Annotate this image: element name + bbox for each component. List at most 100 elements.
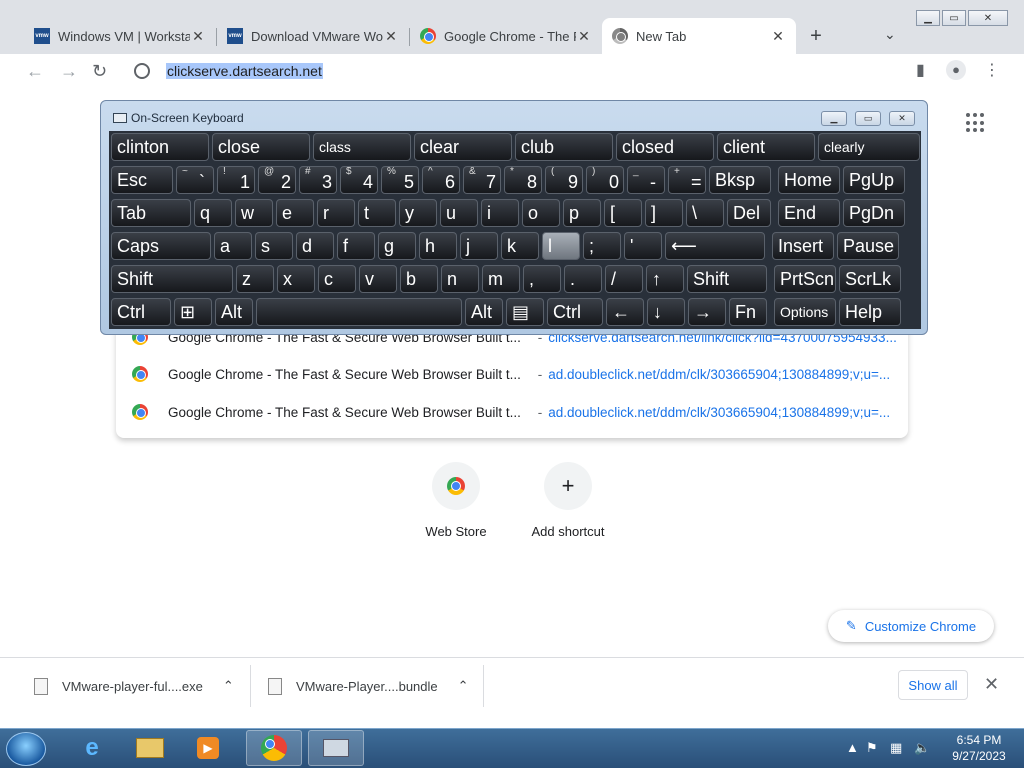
key-prtscn[interactable]: PrtScn — [774, 265, 836, 293]
shortcut-web-store[interactable]: Web Store — [400, 462, 512, 539]
key-char[interactable]: q — [194, 199, 232, 227]
key-pgdn[interactable]: PgDn — [843, 199, 905, 227]
key-char[interactable]: #3 — [299, 166, 337, 194]
suggestion-row[interactable]: Google Chrome - The Fast & Secure Web Br… — [116, 393, 908, 431]
key-char[interactable]: r — [317, 199, 355, 227]
minimize-button[interactable]: ▁ — [821, 111, 847, 126]
key-char[interactable]: x — [277, 265, 315, 293]
prediction-key[interactable]: clear — [414, 133, 512, 161]
key-char[interactable]: c — [318, 265, 356, 293]
file-explorer-icon[interactable] — [122, 730, 178, 766]
key-char[interactable]: ~ ` — [176, 166, 214, 194]
maximize-button[interactable]: ▭ — [942, 10, 966, 26]
close-window-button[interactable]: ✕ — [968, 10, 1008, 26]
tab-new-tab[interactable]: New Tab ✕ — [602, 18, 796, 54]
key-char[interactable]: (9 — [545, 166, 583, 194]
download-item[interactable]: VMware-Player....bundle ⌃ — [268, 657, 478, 715]
key-char[interactable]: % 5 — [381, 166, 419, 194]
start-button[interactable] — [6, 732, 46, 766]
internet-explorer-icon[interactable]: e — [64, 730, 120, 766]
new-tab-button[interactable]: + — [806, 26, 826, 46]
key-char[interactable]: j — [460, 232, 498, 260]
shortcut-add[interactable]: + Add shortcut — [512, 462, 624, 539]
key-scrlk[interactable]: ScrLk — [839, 265, 901, 293]
key-char[interactable]: g — [378, 232, 416, 260]
key-char[interactable]: ; — [583, 232, 621, 260]
osk-taskbar-icon[interactable] — [308, 730, 364, 766]
key-fn[interactable]: Fn — [729, 298, 767, 326]
key-char[interactable]: \ — [686, 199, 724, 227]
side-panel-icon[interactable]: ▮ — [916, 60, 925, 80]
key-char[interactable]: [ — [604, 199, 642, 227]
chrome-taskbar-icon[interactable] — [246, 730, 302, 766]
key-bksp[interactable]: Bksp — [709, 166, 771, 194]
menu-icon[interactable]: ⋮ — [984, 60, 1000, 80]
chevron-up-icon[interactable]: ⌃ — [458, 678, 469, 694]
key-char[interactable]: y — [399, 199, 437, 227]
key-char[interactable]: v — [359, 265, 397, 293]
close-icon[interactable]: ✕ — [576, 28, 592, 45]
key-ctrl[interactable]: Ctrl — [111, 298, 171, 326]
close-icon[interactable]: ✕ — [190, 28, 206, 45]
prediction-key[interactable]: client — [717, 133, 815, 161]
prediction-key[interactable]: clearly — [818, 133, 920, 161]
show-hidden-icons[interactable]: ▲ — [846, 740, 859, 755]
key-char[interactable]: , — [523, 265, 561, 293]
reload-icon[interactable]: ↻ — [92, 62, 107, 80]
key-shift[interactable]: Shift — [111, 265, 233, 293]
key-pause[interactable]: Pause — [837, 232, 899, 260]
tab-search-icon[interactable]: ⌄ — [884, 26, 896, 43]
key-char[interactable]: * 8 — [504, 166, 542, 194]
tab-google-chrome[interactable]: Google Chrome - The Fa ✕ — [410, 18, 602, 54]
key-options[interactable]: Options — [774, 298, 836, 326]
key-char[interactable]: k — [501, 232, 539, 260]
key-char[interactable]: z — [236, 265, 274, 293]
key-char[interactable]: u — [440, 199, 478, 227]
key-char[interactable]: ⊞ — [174, 298, 212, 326]
key-char[interactable]: s — [255, 232, 293, 260]
close-icon[interactable]: ✕ — [770, 28, 786, 45]
key-char[interactable]: . — [564, 265, 602, 293]
key-space[interactable] — [256, 298, 462, 326]
key-char[interactable]: @2 — [258, 166, 296, 194]
key-char[interactable]: / — [605, 265, 643, 293]
key-char[interactable]: ! 1 — [217, 166, 255, 194]
key-char[interactable]: h — [419, 232, 457, 260]
key-del[interactable]: Del — [727, 199, 771, 227]
key-char[interactable]: p — [563, 199, 601, 227]
key-char[interactable]: d — [296, 232, 334, 260]
key-char[interactable]: ] — [645, 199, 683, 227]
key-ctrl[interactable]: Ctrl — [547, 298, 603, 326]
key-caps[interactable]: Caps — [111, 232, 211, 260]
tab-windows-vm[interactable]: vmw Windows VM | Workstat ✕ — [24, 18, 216, 54]
prediction-key[interactable]: class — [313, 133, 411, 161]
key-char[interactable]: → — [688, 298, 726, 326]
key-char[interactable]: & 7 — [463, 166, 501, 194]
key-pgup[interactable]: PgUp — [843, 166, 905, 194]
url-text[interactable]: clickserve.dartsearch.net — [166, 63, 323, 79]
key-tab[interactable]: Tab — [111, 199, 191, 227]
maximize-button[interactable]: ▭ — [855, 111, 881, 126]
key-char[interactable]: o — [522, 199, 560, 227]
site-info-icon[interactable] — [134, 63, 150, 79]
key-char[interactable]: a — [214, 232, 252, 260]
close-icon[interactable]: ✕ — [984, 674, 999, 695]
key-insert[interactable]: Insert — [772, 232, 834, 260]
key-char[interactable]: ^ 6 — [422, 166, 460, 194]
clock[interactable]: 6:54 PM 9/27/2023 — [944, 732, 1014, 764]
chevron-up-icon[interactable]: ⌃ — [223, 678, 234, 694]
key-char[interactable]: $4 — [340, 166, 378, 194]
key-esc[interactable]: Esc — [111, 166, 173, 194]
key-end[interactable]: End — [778, 199, 840, 227]
key-char[interactable]: b — [400, 265, 438, 293]
volume-icon[interactable]: 🔈 — [914, 740, 930, 756]
action-center-icon[interactable]: ⚑ — [866, 740, 878, 756]
key-char[interactable]: t — [358, 199, 396, 227]
key-shift[interactable]: Shift — [687, 265, 767, 293]
network-icon[interactable]: ▦ — [890, 740, 902, 756]
media-player-icon[interactable]: ▶ — [180, 730, 236, 766]
key-char[interactable]: i — [481, 199, 519, 227]
close-button[interactable]: ✕ — [889, 111, 915, 126]
profile-avatar[interactable]: ● — [946, 60, 966, 80]
key-char[interactable]: ) 0 — [586, 166, 624, 194]
